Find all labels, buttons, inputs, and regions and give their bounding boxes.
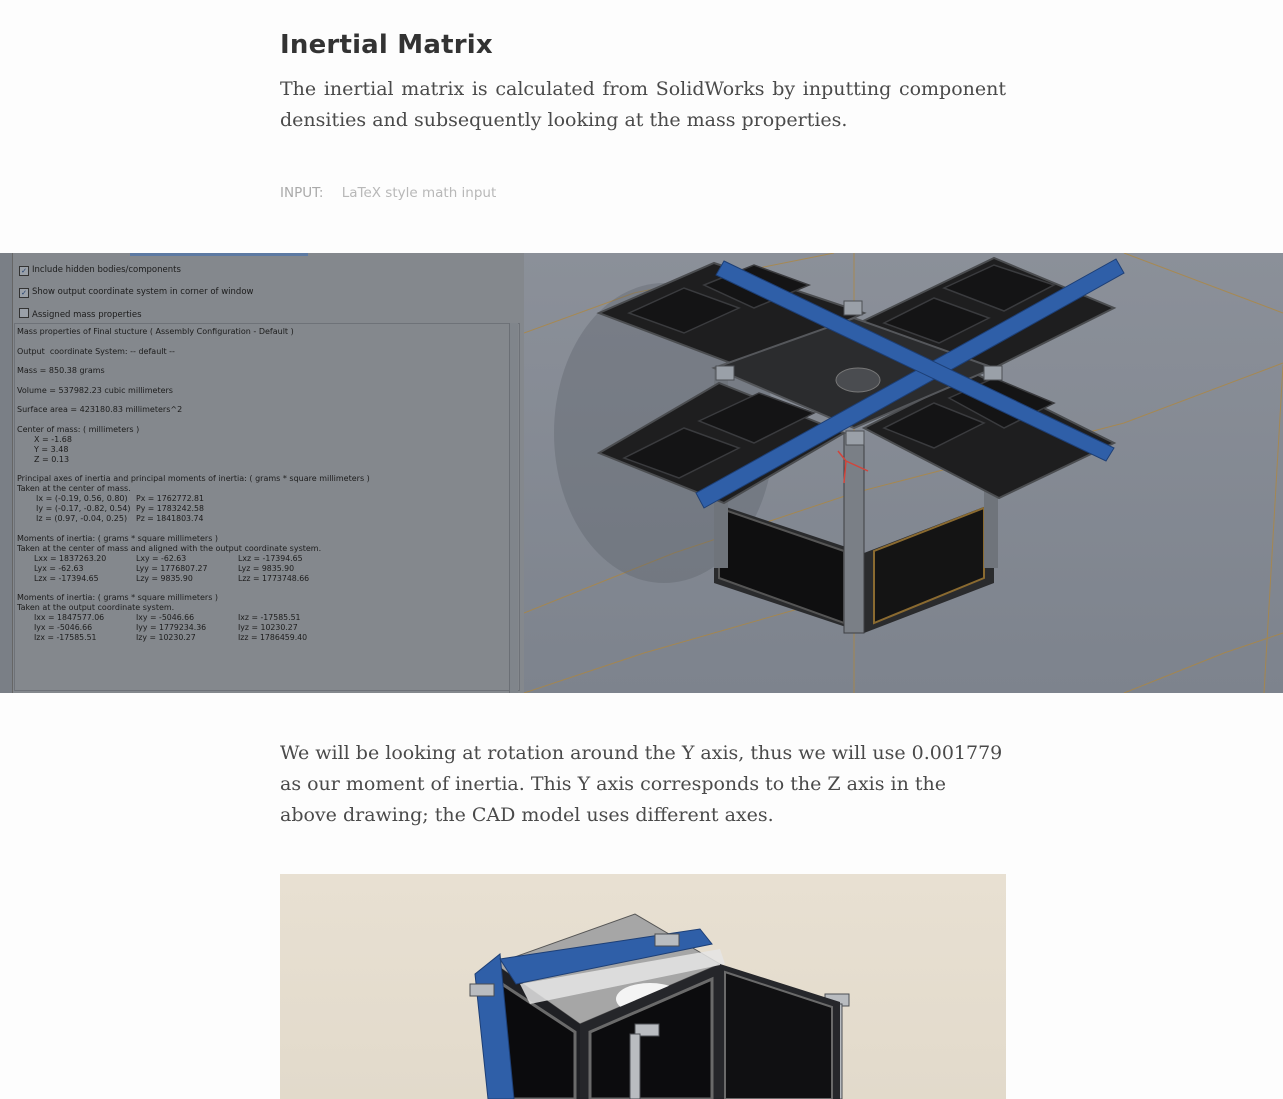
mp-coord-system: Output coordinate System: -- default --: [17, 347, 175, 356]
cad-viewport: [524, 253, 1283, 693]
mp-mass: Mass = 850.38 grams: [17, 366, 105, 375]
checkbox-assigned-mass: Assigned mass properties: [19, 308, 142, 320]
mp-lxy: Lxy = -62.63: [136, 554, 187, 563]
cubesat-render-image: [280, 874, 1006, 1099]
mp-principal-sub: Taken at the center of mass.: [17, 484, 131, 493]
checkbox-unchecked-icon: [19, 308, 29, 318]
mp-iyy: Iyy = 1779234.36: [136, 623, 207, 632]
panel-top-bar: [130, 253, 308, 256]
rotation-text: We will be looking at rotation around th…: [280, 742, 1003, 826]
mp-principal-title: Principal axes of inertia and principal …: [17, 474, 370, 483]
mp-lxz: Lxz = -17394.65: [238, 554, 303, 563]
mp-volume: Volume = 537982.23 cubic millimeters: [17, 386, 173, 395]
mp-moi-com-title: Moments of inertia: ( grams * square mil…: [17, 534, 219, 543]
mass-properties-panel: ✓ Include hidden bodies/components ✓ Show …: [0, 253, 524, 693]
mp-py: Py = 1783242.58: [136, 504, 204, 513]
mp-iyx: Iyx = -5046.66: [34, 623, 93, 632]
mp-com-z: Z = 0.13: [34, 455, 70, 464]
panel-edge: [0, 253, 13, 693]
mp-com-x: X = -1.68: [34, 435, 72, 444]
mp-lzy: Lzy = 9835.90: [136, 574, 193, 583]
intro-paragraph: The inertial matrix is calculated from S…: [280, 74, 1006, 136]
mp-ixy: Ixy = -5046.66: [136, 613, 195, 622]
mp-moi-out-sub: Taken at the output coordinate system.: [17, 603, 175, 612]
mp-lxx: Lxx = 1837263.20: [34, 554, 107, 563]
mp-surface-area: Surface area = 423180.83 millimeters^2: [17, 405, 183, 414]
mp-iyz: Iyz = 10230.27: [238, 623, 298, 632]
checkbox-checked-icon: ✓: [19, 266, 29, 276]
mp-izz: Izz = 1786459.40: [238, 633, 308, 642]
mp-com-y: Y = 3.48: [34, 445, 69, 454]
math-input-field[interactable]: INPUT: LaTeX style math input: [280, 185, 496, 201]
rotation-paragraph: We will be looking at rotation around th…: [280, 738, 1006, 831]
mp-izy: Izy = 10230.27: [136, 633, 196, 642]
mp-px: Px = 1762772.81: [136, 494, 204, 503]
cubesat-cad-model: [524, 253, 1283, 693]
mp-lyx: Lyx = -62.63: [34, 564, 84, 573]
mp-moi-out-title: Moments of inertia: ( grams * square mil…: [17, 593, 219, 602]
intro-text: The inertial matrix is calculated from S…: [280, 78, 1006, 131]
mp-iz: Iz = (0.97, -0.04, 0.25): [36, 514, 128, 523]
math-input-label: INPUT:: [280, 185, 324, 201]
mp-iy: Iy = (-0.17, -0.82, 0.54): [36, 504, 131, 513]
mp-lzz: Lzz = 1773748.66: [238, 574, 310, 583]
checkbox-hidden-bodies: ✓ Include hidden bodies/components: [19, 265, 181, 276]
mp-lyy: Lyy = 1776807.27: [136, 564, 208, 573]
solidworks-mass-properties-screenshot: ✓ Include hidden bodies/components ✓ Show …: [0, 253, 1283, 693]
checkbox-output-coords: ✓ Show output coordinate system in corner…: [19, 287, 253, 298]
mp-lyz: Lyz = 9835.90: [238, 564, 295, 573]
checkbox-checked-icon: ✓: [19, 288, 29, 298]
math-input-placeholder[interactable]: LaTeX style math input: [342, 185, 497, 201]
mp-pz: Pz = 1841803.74: [136, 514, 204, 523]
mp-header: Mass properties of Final stucture ( Asse…: [17, 327, 294, 336]
mp-izx: Izx = -17585.51: [34, 633, 97, 642]
mp-lzx: Lzx = -17394.65: [34, 574, 99, 583]
mp-ixx: Ixx = 1847577.06: [34, 613, 105, 622]
mp-ix: Ix = (-0.19, 0.56, 0.80): [36, 494, 128, 503]
mp-moi-com-sub: Taken at the center of mass and aligned …: [17, 544, 322, 553]
mp-com-title: Center of mass: ( millimeters ): [17, 425, 140, 434]
section-title: Inertial Matrix: [280, 30, 493, 60]
output-scrollbar: [509, 323, 518, 693]
mp-ixz: Ixz = -17585.51: [238, 613, 301, 622]
cubesat-render: [469, 913, 850, 1099]
